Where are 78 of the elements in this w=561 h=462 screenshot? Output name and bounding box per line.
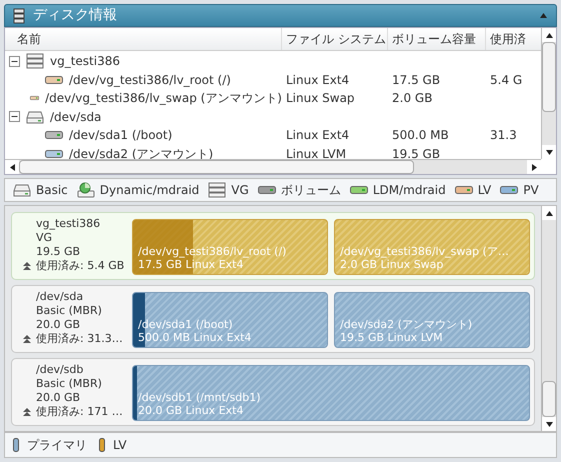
table-cell: 5.4 G	[490, 72, 522, 87]
disk-type: VG	[36, 231, 54, 245]
collapse-icon[interactable]	[9, 111, 20, 122]
disk-size: 20.0 GB	[36, 391, 82, 405]
tree-item-name[interactable]: /dev/sda2 (アンマウント)	[69, 144, 214, 159]
volume-icon	[45, 148, 63, 159]
disk-usage: 使用済み: 171 …	[36, 405, 123, 419]
column-header[interactable]: ファイル システム	[282, 28, 388, 50]
table-cell: Linux Swap	[286, 91, 355, 106]
legend-label: LV	[478, 182, 492, 199]
collapse-icon[interactable]	[9, 56, 20, 67]
partition-details: 2.0 GB Linux Swap	[340, 258, 444, 271]
upload-icon[interactable]	[23, 335, 31, 344]
horizontal-scrollbar[interactable]	[5, 159, 541, 174]
legend-label: LV	[113, 437, 127, 454]
legend-label: プライマリ	[27, 437, 87, 454]
partition-details: 19.5 GB Linux LVM	[340, 331, 444, 344]
tree-item-name[interactable]: /dev/sda1 (/boot)	[69, 126, 172, 144]
partition-name: /dev/sda2 (アンマウント)	[340, 318, 474, 331]
disk-name: /dev/sdb	[36, 363, 84, 377]
disk-name: /dev/sda	[36, 290, 84, 304]
legend-label: Dynamic/mdraid	[100, 182, 200, 199]
panel-title: ディスク情報	[33, 6, 118, 25]
pie-disk-icon	[76, 182, 95, 198]
scroll-right-icon[interactable]	[530, 162, 538, 172]
scrollbar-thumb[interactable]	[542, 381, 556, 417]
table-cell: Linux Ext4	[286, 128, 350, 142]
scroll-up-icon[interactable]	[544, 30, 554, 40]
scroll-down-icon[interactable]	[544, 148, 554, 156]
legend-label: PV	[523, 182, 539, 199]
partition-details: 17.5 GB Linux Ext4	[138, 258, 244, 271]
disk-size: 20.0 GB	[36, 318, 82, 332]
column-header[interactable]: 名前	[5, 28, 282, 50]
scroll-down-icon[interactable]	[544, 420, 554, 428]
legend-swatch-icon	[13, 438, 19, 452]
disk-name: vg_testi386	[36, 217, 102, 231]
partition-details: 20.0 GB Linux Ext4	[138, 404, 244, 417]
tree-item-name[interactable]: vg_testi386	[50, 52, 120, 70]
partition-name: /dev/vg_testi386/lv_root (/)	[138, 245, 288, 258]
upload-icon[interactable]	[23, 408, 31, 417]
tree-item-name[interactable]: /dev/sda	[50, 108, 102, 126]
partition-name: /dev/sdb1 (/mnt/sdb1)	[138, 391, 262, 404]
tree-item-name[interactable]: /dev/vg_testi386/lv_swap (アンマウント)	[45, 89, 282, 108]
legend-label: VG	[231, 182, 249, 199]
volume-icon	[45, 74, 63, 85]
volume-icon	[45, 130, 63, 140]
disk-size: 19.5 GB	[36, 245, 82, 259]
disk-usage: 使用済み: 5.4 GB	[36, 259, 124, 273]
column-header[interactable]: ボリューム容量	[388, 28, 486, 50]
table-cell: 19.5 GB	[392, 146, 440, 159]
table-cell: 500.0 MB	[392, 128, 449, 142]
partition-name: /dev/vg_testi386/lv_swap (ア…	[340, 245, 510, 258]
table-cell: 2.0 GB	[392, 91, 432, 106]
volume-group-icon	[208, 182, 226, 198]
scroll-left-icon[interactable]	[8, 162, 16, 172]
disk-type: Basic (MBR)	[36, 377, 103, 391]
disk-type: Basic (MBR)	[36, 304, 103, 318]
scrollbar-thumb[interactable]	[542, 42, 556, 112]
server-icon	[13, 8, 25, 24]
tree-item-name[interactable]: /dev/vg_testi386/lv_root (/)	[69, 70, 231, 89]
table-cell: 31.3	[490, 128, 517, 142]
legend-label: Basic	[36, 182, 68, 199]
table-cell: Linux Ext4	[286, 72, 350, 87]
scroll-up-icon[interactable]	[544, 208, 554, 218]
scrollbar-thumb[interactable]	[19, 160, 414, 174]
volume-group-icon	[26, 53, 44, 70]
disk-card[interactable]: vg_testi386 VG 19.5 GB 使用済み: 5.4 GB /dev/vg_testi386/lv_root (/) 17.5 GB Linux Ext4 /dev/vg_testi386/lv_swap (ア… 2.0 GB Linux Swap	[11, 212, 535, 280]
legend-swatch-icon	[99, 438, 105, 452]
collapse-icon[interactable]	[539, 11, 548, 20]
upload-icon[interactable]	[23, 262, 31, 271]
table-cell: 17.5 GB	[392, 72, 440, 87]
vertical-scrollbar[interactable]	[541, 206, 556, 431]
vertical-scrollbar[interactable]	[541, 28, 556, 159]
legend-label: LDM/mdraid	[372, 182, 446, 199]
legend-label: ボリューム	[280, 182, 341, 199]
disk-card[interactable]: /dev/sdb Basic (MBR) 20.0 GB 使用済み: 171 … /dev/sdb1 (/mnt/sdb1) 20.0 GB Linux Ext4	[11, 358, 535, 426]
disk-usage: 使用済み: 31.3…	[36, 332, 123, 346]
table-cell: Linux LVM	[286, 146, 346, 159]
